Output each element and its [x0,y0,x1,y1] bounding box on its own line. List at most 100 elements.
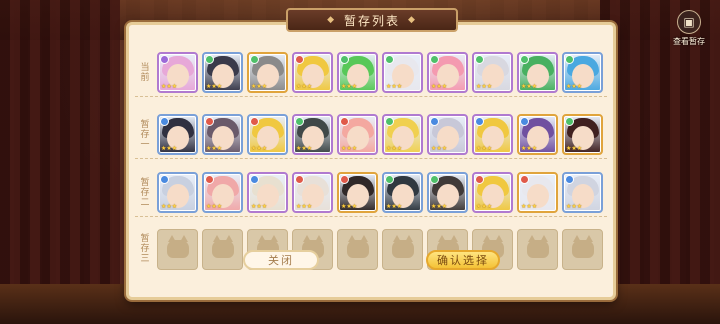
element-icon [565,117,574,126]
element-icon [295,117,304,126]
element-icon [160,55,169,64]
character-portrait[interactable]: ★★★ [292,172,333,213]
character-portrait[interactable]: ★★★ [157,52,198,93]
character-portrait[interactable]: ★★★ [247,114,288,155]
row-label-char: 暂 [140,177,150,188]
character-portrait[interactable]: ★★★ [427,172,468,213]
element-icon [565,175,574,184]
empty-slot[interactable] [517,228,558,270]
element-icon [250,55,259,64]
character-portrait[interactable]: ★★★ [562,172,603,213]
element-icon [340,175,349,184]
star-rating-icon: ★★★ [566,83,583,90]
character-portrait[interactable]: ★★★ [472,52,513,93]
empty-slot[interactable] [202,228,243,270]
row-label: 暂存二 [139,178,151,208]
element-icon [250,117,259,126]
placeholder-cat-icon [526,235,549,258]
star-rating-icon: ★★★ [566,203,583,210]
element-icon [205,175,214,184]
character-portrait[interactable]: ★★★ [382,114,423,155]
character-portrait[interactable]: ★★★ [562,52,603,93]
star-rating-icon: ★★★ [431,145,448,152]
star-rating-icon: ★★★ [386,145,403,152]
empty-slot[interactable] [562,228,603,270]
character-portrait[interactable]: ★★★ [337,172,378,213]
element-icon [295,175,304,184]
star-rating-icon: ★★★ [341,145,358,152]
star-rating-icon: ★★★ [206,83,223,90]
element-icon [385,175,394,184]
panel-title-text: 暂存列表 [343,13,400,28]
curtain-left [0,0,120,324]
panel-title: ◆ 暂存列表 ◆ [286,8,458,32]
empty-slot[interactable] [382,228,423,270]
ornament-right-icon: ◆ [408,15,417,25]
element-icon [295,55,304,64]
character-portrait[interactable]: ★★★ [382,172,423,213]
character-portrait[interactable]: ★★★ [517,52,558,93]
character-portrait[interactable]: ★★★ [292,52,333,93]
character-portrait[interactable]: ★★★ [247,172,288,213]
character-portrait[interactable]: ★★★ [337,52,378,93]
star-rating-icon: ★★★ [161,203,178,210]
row-label-char: 当 [140,62,150,73]
star-rating-icon: ★★★ [251,145,268,152]
stash-row: 暂存一 ★★★ ★★★ ★★★ ★★★ ★★★ ★★★ ★★★ ★★★ ★★★ ★★★ [135,111,607,159]
empty-slot[interactable] [337,228,378,270]
character-portrait[interactable]: ★★★ [292,114,333,155]
character-portrait[interactable]: ★★★ [202,172,243,213]
row-label: 当前 [139,63,151,83]
element-icon [475,55,484,64]
character-portrait[interactable]: ★★★ [337,114,378,155]
placeholder-cat-icon [391,235,414,258]
star-rating-icon: ★★★ [521,203,538,210]
character-portrait[interactable]: ★★★ [247,52,288,93]
character-portrait[interactable]: ★★★ [517,114,558,155]
character-portrait[interactable]: ★★★ [427,114,468,155]
element-icon [385,117,394,126]
star-rating-icon: ★★★ [206,203,223,210]
character-portrait[interactable]: ★★★ [427,52,468,93]
element-icon [475,117,484,126]
ornament-left-icon: ◆ [327,15,336,25]
character-portrait[interactable]: ★★★ [382,52,423,93]
empty-slot[interactable] [157,228,198,270]
star-rating-icon: ★★★ [161,83,178,90]
row-label-char: 暂 [140,234,150,244]
star-rating-icon: ★★★ [521,145,538,152]
character-portrait[interactable]: ★★★ [202,114,243,155]
placeholder-cat-icon [166,235,189,258]
stash-row: 暂存三 [135,225,607,273]
slot-list [157,228,607,270]
element-icon [205,55,214,64]
star-rating-icon: ★★★ [476,83,493,90]
slot-list: ★★★ ★★★ ★★★ ★★★ ★★★ ★★★ ★★★ ★★★ ★★★ ★★★ [157,114,607,155]
element-icon [205,117,214,126]
star-rating-icon: ★★★ [431,83,448,90]
element-icon [160,117,169,126]
character-portrait[interactable]: ★★★ [202,52,243,93]
curtain-right [600,0,720,324]
character-portrait[interactable]: ★★★ [157,114,198,155]
view-stash-button[interactable]: ▣ 查看暂存 [668,10,710,48]
star-rating-icon: ★★★ [251,83,268,90]
star-rating-icon: ★★★ [566,145,583,152]
star-rating-icon: ★★★ [296,203,313,210]
character-portrait[interactable]: ★★★ [472,114,513,155]
slot-list: ★★★ ★★★ ★★★ ★★★ ★★★ ★★★ ★★★ ★★★ ★★★ ★★★ [157,172,607,213]
close-button[interactable]: 关闭 [243,250,319,270]
character-portrait[interactable]: ★★★ [472,172,513,213]
placeholder-cat-icon [211,235,234,258]
stash-row: 暂存二 ★★★ ★★★ ★★★ ★★★ ★★★ ★★★ ★★★ ★★★ ★★★ ★★★ [135,169,607,217]
row-label-char: 存 [140,129,150,140]
star-rating-icon: ★★★ [206,145,223,152]
character-portrait[interactable]: ★★★ [157,172,198,213]
star-rating-icon: ★★★ [296,83,313,90]
element-icon [520,55,529,64]
element-icon [520,117,529,126]
character-portrait[interactable]: ★★★ [562,114,603,155]
confirm-selection-button[interactable]: 确认选择 [426,250,500,270]
element-icon [430,55,439,64]
character-portrait[interactable]: ★★★ [517,172,558,213]
